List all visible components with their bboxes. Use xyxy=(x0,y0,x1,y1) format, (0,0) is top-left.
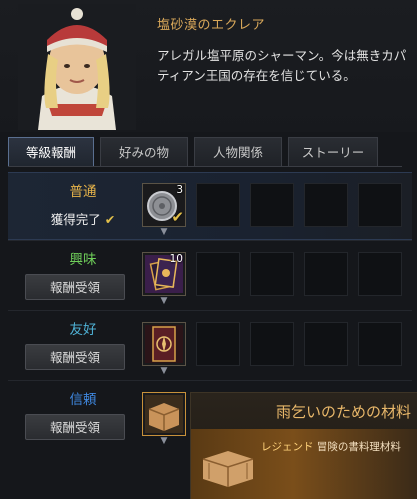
reward-tier-row: 友好 報酬受領 ▼ xyxy=(8,312,412,378)
tier-label: 興味 xyxy=(69,252,97,268)
item-tooltip: 雨乞いのための材料 レジェンド 冒険の書料理材料 xyxy=(190,392,417,499)
empty-reward-slot xyxy=(250,252,294,296)
chevron-down-icon: ▼ xyxy=(160,436,168,446)
check-icon: ✔ xyxy=(171,208,184,226)
chevron-down-icon: ▼ xyxy=(160,227,168,237)
row-divider xyxy=(8,240,412,241)
wooden-crate-icon xyxy=(202,451,254,487)
reward-slot[interactable]: 3 ✔ xyxy=(142,183,186,227)
tooltip-subtitle: レジェンド 冒険の書料理材料 xyxy=(261,439,416,454)
reward-slot[interactable]: 10 xyxy=(142,252,186,296)
row-divider xyxy=(8,310,412,311)
empty-reward-slot xyxy=(196,252,240,296)
tab-favorites[interactable]: 好みの物 xyxy=(100,137,188,167)
tab-relationships[interactable]: 人物関係 xyxy=(194,137,282,167)
tab-grade-rewards[interactable]: 等級報酬 xyxy=(8,137,94,167)
tier-label: 普通 xyxy=(69,184,97,200)
npc-description: アレガル塩平原のシャーマン。今は無きカパティアン王国の存在を信じている。 xyxy=(157,48,407,83)
empty-reward-slot xyxy=(196,183,240,227)
item-category: 冒険の書料理材料 xyxy=(316,441,401,453)
empty-reward-slot xyxy=(358,183,402,227)
chevron-down-icon: ▼ xyxy=(160,366,168,376)
reward-slot[interactable] xyxy=(142,322,186,366)
reward-quantity: 3 xyxy=(176,184,183,196)
claim-reward-button[interactable]: 報酬受領 xyxy=(25,274,125,300)
row-divider xyxy=(8,380,412,381)
reward-tier-row: 普通 獲得完了 ✔ 3 ✔ ▼ xyxy=(8,172,412,240)
wooden-crate-icon xyxy=(145,395,183,433)
empty-reward-slot xyxy=(304,322,348,366)
claimed-status-text: 獲得完了 xyxy=(50,212,101,227)
reward-slot[interactable] xyxy=(142,392,186,436)
tier-label: 信頼 xyxy=(69,392,97,408)
claimed-status: 獲得完了 ✔ xyxy=(23,209,143,228)
npc-portrait xyxy=(18,4,136,130)
npc-header: 塩砂漠のエクレア アレガル塩平原のシャーマン。今は無きカパティアン王国の存在を信… xyxy=(0,0,417,132)
tooltip-title: 雨乞いのための材料 xyxy=(275,403,411,421)
item-tier: レジェンド xyxy=(261,441,314,453)
empty-reward-slot xyxy=(304,183,348,227)
empty-reward-slot xyxy=(196,322,240,366)
reward-quantity: 10 xyxy=(169,253,183,265)
compass-card-icon xyxy=(145,325,183,363)
chevron-down-icon: ▼ xyxy=(160,296,168,306)
check-icon: ✔ xyxy=(104,212,116,227)
reward-tier-row: 興味 報酬受領 10 ▼ xyxy=(8,242,412,308)
tab-story[interactable]: ストーリー xyxy=(288,137,378,167)
tooltip-item-band: レジェンド 冒険の書料理材料 xyxy=(191,429,417,499)
empty-reward-slot xyxy=(250,183,294,227)
empty-reward-slot xyxy=(250,322,294,366)
empty-reward-slot xyxy=(304,252,348,296)
empty-reward-slot xyxy=(358,322,402,366)
tier-label: 友好 xyxy=(69,322,97,338)
claim-reward-button[interactable]: 報酬受領 xyxy=(25,414,125,440)
empty-reward-slot xyxy=(358,252,402,296)
tab-divider xyxy=(8,166,402,167)
claim-reward-button[interactable]: 報酬受領 xyxy=(25,344,125,370)
npc-name: 塩砂漠のエクレア xyxy=(157,18,266,33)
